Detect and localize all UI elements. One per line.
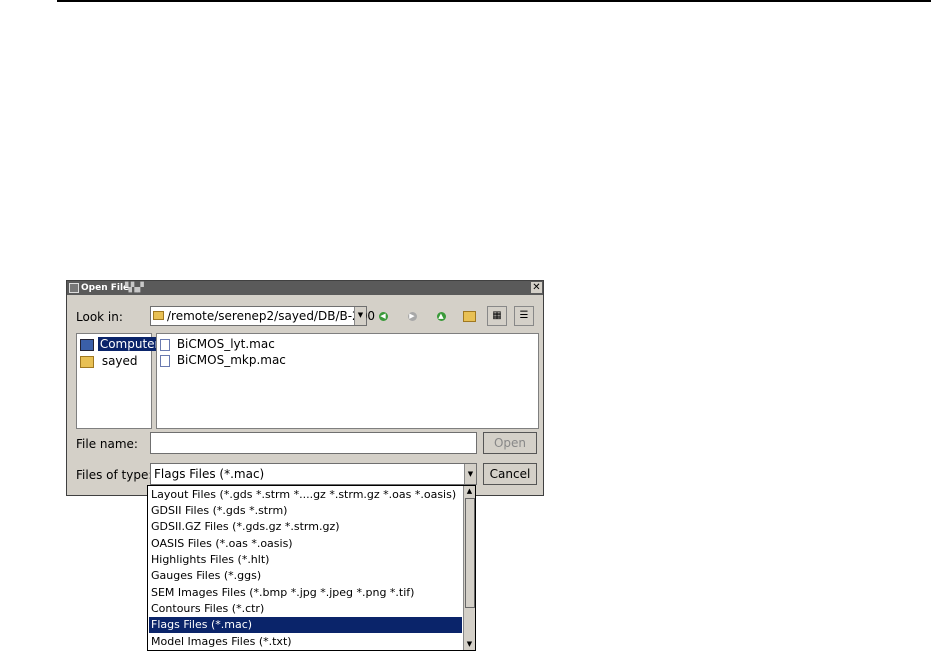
window-icon (69, 283, 79, 293)
list-item[interactable]: OASIS Files (*.oas *.oasis) (151, 536, 293, 552)
close-icon[interactable]: ✕ (531, 282, 542, 293)
arrow-left-icon: ◀ (378, 312, 388, 321)
sidebar-panel: Computer sayed (76, 333, 162, 429)
list-item[interactable]: SEM Images Files (*.bmp *.jpg *.jpeg *.p… (151, 585, 414, 601)
list-view-button[interactable]: ▦ (487, 306, 507, 326)
files-of-type-label: Files of type: (76, 468, 153, 482)
list-item[interactable]: Highlights Files (*.hlt) (151, 552, 269, 568)
title-decoration-icon: ▚▚▞ (125, 283, 144, 293)
forward-button[interactable]: ▶ (403, 307, 421, 325)
list-item[interactable]: Gauges Files (*.ggs) (151, 568, 261, 584)
cancel-button[interactable]: Cancel (483, 463, 537, 485)
scroll-down-icon[interactable]: ▼ (464, 639, 475, 650)
sidebar-item-computer[interactable]: Computer (80, 337, 162, 352)
scroll-up-icon[interactable]: ▲ (464, 486, 475, 497)
up-button[interactable]: ▲ (432, 307, 450, 325)
dialog-title: Open File (81, 283, 130, 293)
list-item[interactable]: Model Images Files (*.txt) (151, 634, 292, 650)
file-type-dropdown: Layout Files (*.gds *.strm *....gz *.str… (147, 485, 476, 651)
list-item[interactable]: Layout Files (*.gds *.strm *....gz *.str… (151, 487, 456, 503)
look-in-combo[interactable]: /remote/serenep2/sayed/DB/B-200 ▼ (150, 306, 375, 326)
page-top-rule (57, 0, 931, 2)
computer-icon (80, 338, 94, 351)
file-name-input[interactable] (150, 432, 477, 454)
sidebar-item-sayed[interactable]: sayed (80, 354, 142, 369)
list-item-selected[interactable]: Flags Files (*.mac) (149, 617, 462, 633)
file-item[interactable]: BiCMOS_lyt.mac (160, 337, 275, 352)
list-item[interactable]: GDSII Files (*.gds *.strm) (151, 503, 287, 519)
look-in-label: Look in: (76, 310, 123, 324)
scrollbar[interactable]: ▲ ▼ (463, 486, 475, 650)
file-list-panel: BiCMOS_lyt.mac BiCMOS_mkp.mac (156, 333, 539, 429)
sidebar-item-label: Computer (97, 337, 162, 351)
title-bar[interactable]: Open File ▚▚▞ ✕ (67, 281, 543, 295)
list-item[interactable]: Contours Files (*.ctr) (151, 601, 264, 617)
file-icon (160, 338, 170, 351)
files-of-type-value: Flags Files (*.mac) (154, 467, 265, 481)
open-button[interactable]: Open (483, 432, 537, 454)
list-item[interactable]: GDSII.GZ Files (*.gds.gz *.strm.gz) (151, 519, 340, 535)
new-folder-icon (462, 311, 476, 322)
detail-icon: ☰ (519, 310, 529, 321)
grid-icon: ▦ (492, 310, 502, 321)
look-in-path: /remote/serenep2/sayed/DB/B-200 (167, 309, 375, 323)
folder-icon (153, 311, 164, 320)
open-file-dialog: Open File ▚▚▞ ✕ Look in: /remote/serenep… (66, 280, 544, 496)
file-name-label: File name: (76, 437, 138, 451)
file-icon (160, 354, 170, 367)
chevron-down-icon[interactable]: ▼ (354, 307, 366, 325)
file-name: BiCMOS_lyt.mac (176, 337, 275, 351)
new-folder-button[interactable] (460, 307, 478, 325)
detail-view-button[interactable]: ☰ (514, 306, 534, 326)
back-button[interactable]: ◀ (374, 307, 392, 325)
folder-icon (80, 355, 94, 368)
chevron-down-icon[interactable]: ▼ (464, 464, 476, 484)
file-name: BiCMOS_mkp.mac (176, 353, 286, 367)
scroll-thumb[interactable] (465, 498, 475, 608)
sidebar-item-label: sayed (101, 354, 138, 368)
arrow-right-icon: ▶ (407, 312, 417, 321)
arrow-up-icon: ▲ (436, 312, 446, 321)
file-item[interactable]: BiCMOS_mkp.mac (160, 353, 286, 368)
files-of-type-combo[interactable]: Flags Files (*.mac) ▼ (150, 463, 477, 485)
